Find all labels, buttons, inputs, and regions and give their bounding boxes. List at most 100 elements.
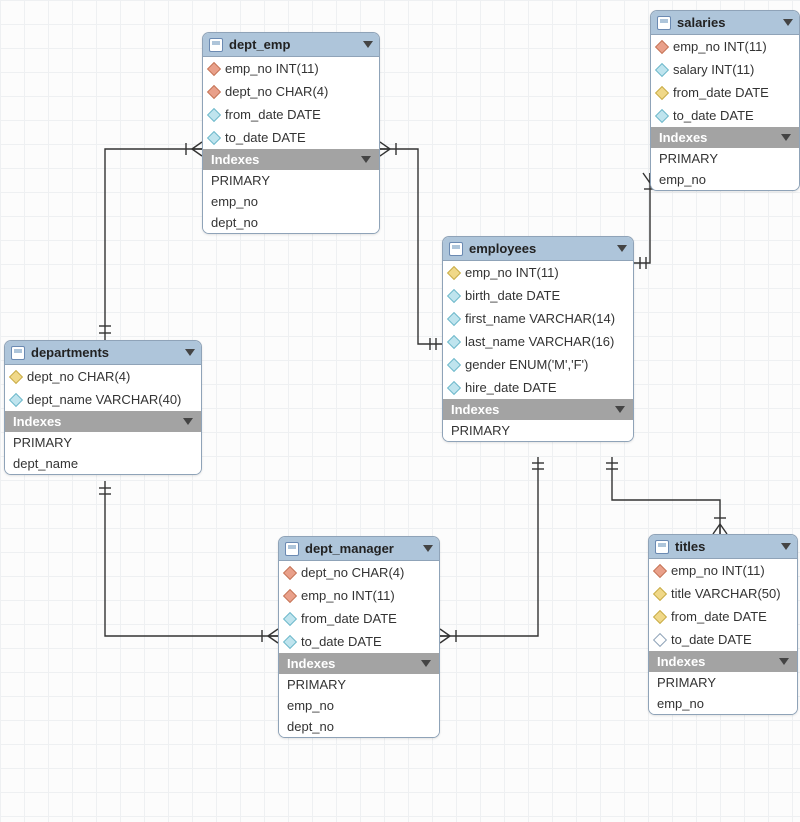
table-header[interactable]: salaries [651, 11, 799, 35]
column-row[interactable]: emp_no INT(11) [279, 584, 439, 607]
table-departments[interactable]: departments dept_no CHAR(4) dept_name VARC… [4, 340, 202, 475]
column-row[interactable]: from_date DATE [279, 607, 439, 630]
diagram-canvas[interactable]: dept_emp emp_no INT(11) dept_no CHAR(4) fro… [0, 0, 800, 822]
index-row[interactable]: emp_no [279, 695, 439, 716]
chevron-down-icon[interactable] [423, 545, 433, 552]
column-row[interactable]: emp_no INT(11) [651, 35, 799, 58]
indexes-header-label: Indexes [657, 654, 705, 669]
table-header[interactable]: dept_emp [203, 33, 379, 57]
chevron-down-icon[interactable] [781, 134, 791, 141]
column-row[interactable]: first_name VARCHAR(14) [443, 307, 633, 330]
index-row[interactable]: PRIMARY [443, 420, 633, 441]
column-label: from_date DATE [673, 85, 769, 100]
column-label: emp_no INT(11) [225, 61, 319, 76]
table-title: employees [469, 241, 536, 256]
index-row[interactable]: dept_no [279, 716, 439, 737]
index-row[interactable]: PRIMARY [279, 674, 439, 695]
column-label: dept_no CHAR(4) [27, 369, 130, 384]
column-label: emp_no INT(11) [673, 39, 767, 54]
column-row[interactable]: title VARCHAR(50) [649, 582, 797, 605]
column-label: emp_no INT(11) [671, 563, 765, 578]
table-employees[interactable]: employees emp_no INT(11)birth_date DATEfi… [442, 236, 634, 442]
key-icon [655, 85, 669, 99]
indexes-header[interactable]: Indexes [279, 653, 439, 674]
table-dept_emp[interactable]: dept_emp emp_no INT(11) dept_no CHAR(4) fro… [202, 32, 380, 234]
column-row[interactable]: last_name VARCHAR(16) [443, 330, 633, 353]
column-row[interactable]: from_date DATE [649, 605, 797, 628]
chevron-down-icon[interactable] [779, 658, 789, 665]
column-row[interactable]: to_date DATE [279, 630, 439, 653]
column-label: from_date DATE [225, 107, 321, 122]
chevron-down-icon[interactable] [185, 349, 195, 356]
column-row[interactable]: dept_name VARCHAR(40) [5, 388, 201, 411]
field-icon [9, 392, 23, 406]
indexes-header-label: Indexes [659, 130, 707, 145]
indexes-header[interactable]: Indexes [5, 411, 201, 432]
indexes-header[interactable]: Indexes [203, 149, 379, 170]
field-icon [655, 108, 669, 122]
column-row[interactable]: to_date DATE [203, 126, 379, 149]
table-header[interactable]: employees [443, 237, 633, 261]
column-row[interactable]: emp_no INT(11) [649, 559, 797, 582]
table-title: departments [31, 345, 109, 360]
column-row[interactable]: hire_date DATE [443, 376, 633, 399]
table-dept_manager[interactable]: dept_manager dept_no CHAR(4) emp_no INT(11… [278, 536, 440, 738]
indexes-header[interactable]: Indexes [443, 399, 633, 420]
indexes-section: PRIMARYemp_nodept_no [203, 170, 379, 233]
field-icon [207, 130, 221, 144]
column-row[interactable]: emp_no INT(11) [443, 261, 633, 284]
chevron-down-icon[interactable] [183, 418, 193, 425]
chevron-down-icon[interactable] [781, 543, 791, 550]
column-label: to_date DATE [225, 130, 306, 145]
column-label: dept_no CHAR(4) [301, 565, 404, 580]
field-icon [283, 634, 297, 648]
column-row[interactable]: birth_date DATE [443, 284, 633, 307]
chevron-down-icon[interactable] [421, 660, 431, 667]
table-icon [209, 38, 223, 52]
indexes-header[interactable]: Indexes [649, 651, 797, 672]
column-label: from_date DATE [671, 609, 767, 624]
table-title: titles [675, 539, 705, 554]
table-header[interactable]: dept_manager [279, 537, 439, 561]
column-row[interactable]: to_date DATE [651, 104, 799, 127]
table-titles[interactable]: titles emp_no INT(11) title VARCHAR(50) fro… [648, 534, 798, 715]
index-row[interactable]: PRIMARY [649, 672, 797, 693]
column-row[interactable]: salary INT(11) [651, 58, 799, 81]
column-label: dept_name VARCHAR(40) [27, 392, 181, 407]
index-row[interactable]: dept_name [5, 453, 201, 474]
column-row[interactable]: from_date DATE [651, 81, 799, 104]
key-icon [653, 563, 667, 577]
chevron-down-icon[interactable] [363, 41, 373, 48]
indexes-section: PRIMARYemp_nodept_no [279, 674, 439, 737]
column-row[interactable]: gender ENUM('M','F') [443, 353, 633, 376]
column-row[interactable]: dept_no CHAR(4) [279, 561, 439, 584]
column-row[interactable]: emp_no INT(11) [203, 57, 379, 80]
index-row[interactable]: emp_no [649, 693, 797, 714]
index-row[interactable]: emp_no [203, 191, 379, 212]
chevron-down-icon[interactable] [783, 19, 793, 26]
indexes-header-label: Indexes [451, 402, 499, 417]
table-salaries[interactable]: salaries emp_no INT(11) salary INT(11) from… [650, 10, 800, 191]
index-row[interactable]: dept_no [203, 212, 379, 233]
column-row[interactable]: dept_no CHAR(4) [203, 80, 379, 103]
index-row[interactable]: PRIMARY [651, 148, 799, 169]
index-row[interactable]: PRIMARY [5, 432, 201, 453]
chevron-down-icon[interactable] [617, 245, 627, 252]
column-label: salary INT(11) [673, 62, 754, 77]
chevron-down-icon[interactable] [361, 156, 371, 163]
index-row[interactable]: PRIMARY [203, 170, 379, 191]
column-row[interactable]: dept_no CHAR(4) [5, 365, 201, 388]
table-header[interactable]: departments [5, 341, 201, 365]
indexes-header-label: Indexes [13, 414, 61, 429]
column-row[interactable]: from_date DATE [203, 103, 379, 126]
indexes-section: PRIMARYdept_name [5, 432, 201, 474]
field-icon [207, 107, 221, 121]
column-row[interactable]: to_date DATE [649, 628, 797, 651]
columns-section: emp_no INT(11) dept_no CHAR(4) from_date D… [203, 57, 379, 149]
column-label: to_date DATE [673, 108, 754, 123]
indexes-header[interactable]: Indexes [651, 127, 799, 148]
chevron-down-icon[interactable] [615, 406, 625, 413]
table-header[interactable]: titles [649, 535, 797, 559]
column-label: to_date DATE [671, 632, 752, 647]
index-row[interactable]: emp_no [651, 169, 799, 190]
